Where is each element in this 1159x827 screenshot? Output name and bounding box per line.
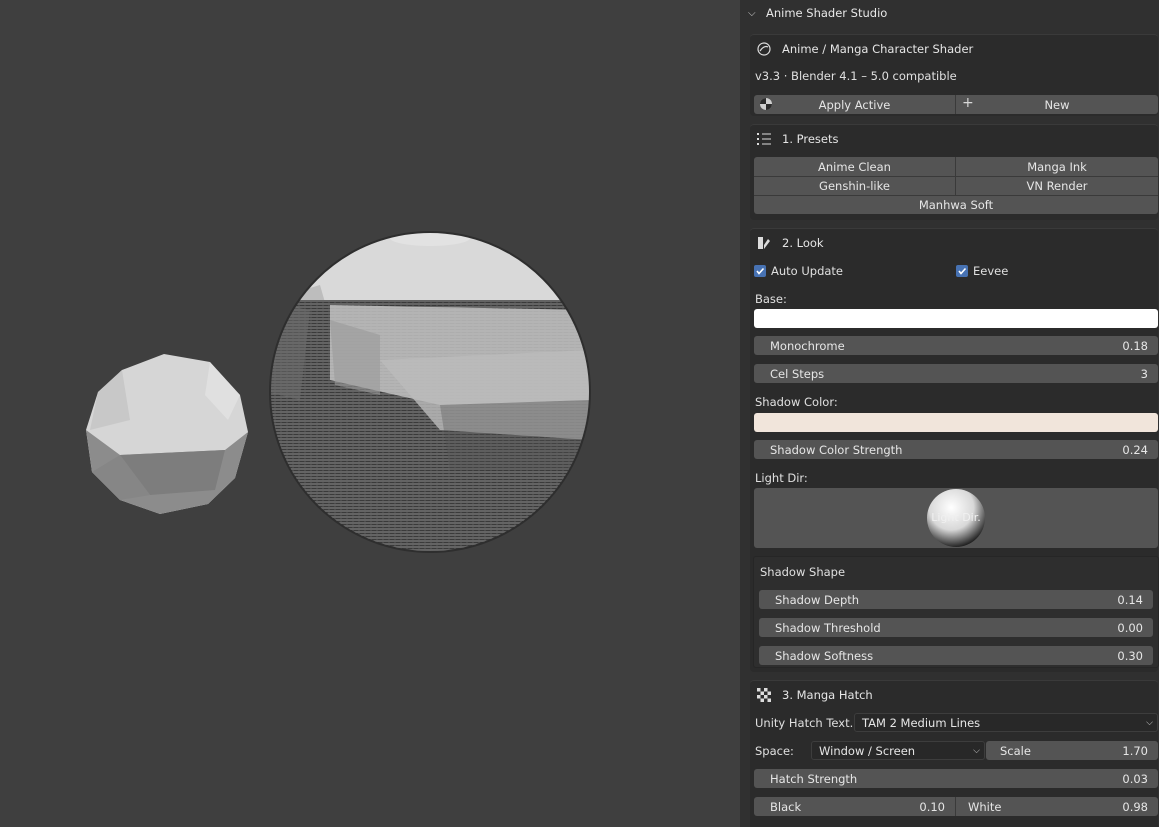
manga-hatch-panel-header[interactable]: 3. Manga Hatch <box>750 681 1158 709</box>
cel-steps-field[interactable]: Cel Steps 3 <box>754 364 1158 383</box>
shadow-softness-slider[interactable]: Shadow Softness 0.30 <box>759 646 1153 665</box>
shadow-shape-title: Shadow Shape <box>760 565 846 579</box>
black-slider[interactable]: Black 0.10 <box>754 797 955 816</box>
chevron-down-icon: ⌵ <box>973 745 980 756</box>
hatch-texture-label: Unity Hatch Text... <box>755 716 861 730</box>
preset-genshin-like-button[interactable]: Genshin-like <box>754 176 955 195</box>
shadow-color-swatch[interactable] <box>754 413 1158 432</box>
shadow-softness-value: 0.30 <box>1117 648 1143 663</box>
presets-panel-title: 1. Presets <box>782 132 839 146</box>
scale-value: 1.70 <box>1122 743 1148 758</box>
shadow-color-strength-value: 0.24 <box>1122 442 1148 457</box>
shadow-depth-value: 0.14 <box>1117 592 1143 607</box>
cel-steps-value: 3 <box>1140 366 1148 381</box>
white-value: 0.98 <box>1122 799 1148 814</box>
base-color-swatch[interactable] <box>754 309 1158 328</box>
apply-active-button[interactable]: Apply Active <box>754 95 955 114</box>
monochrome-label: Monochrome <box>770 338 845 353</box>
shadow-shape-subpanel: Shadow Shape Shadow Depth 0.14 Shadow Th… <box>753 556 1159 668</box>
monochrome-value: 0.18 <box>1122 338 1148 353</box>
shadow-depth-slider[interactable]: Shadow Depth 0.14 <box>759 590 1153 609</box>
manga-hatch-panel: 3. Manga Hatch Unity Hatch Text... TAM 2… <box>750 680 1158 827</box>
intro-panel: Anime / Manga Character Shader v3.3 · Bl… <box>750 34 1158 116</box>
hatch-texture-dropdown[interactable]: TAM 2 Medium Lines ⌵ <box>854 713 1158 732</box>
light-dir-widget-label: Light Dir. <box>931 511 981 524</box>
hatch-strength-value: 0.03 <box>1122 771 1148 786</box>
manga-hatch-panel-title: 3. Manga Hatch <box>782 688 873 702</box>
white-label: White <box>968 799 1002 814</box>
version-text: v3.3 · Blender 4.1 – 5.0 compatible <box>755 69 957 83</box>
small-sphere-object[interactable] <box>86 354 248 514</box>
look-panel: 2. Look Auto Update Eevee Base: Monochro… <box>750 228 1159 672</box>
presets-panel-header[interactable]: 1. Presets <box>750 125 1158 153</box>
shadow-threshold-label: Shadow Threshold <box>775 620 881 635</box>
preset-manhwa-soft-button[interactable]: Manhwa Soft <box>754 195 1158 214</box>
shadow-color-label: Shadow Color: <box>755 395 838 409</box>
look-panel-header[interactable]: 2. Look <box>750 229 1158 257</box>
new-label: New <box>1044 97 1070 112</box>
auto-update-label: Auto Update <box>771 264 844 278</box>
new-button[interactable]: + New <box>955 95 1158 114</box>
auto-update-checkbox[interactable]: Auto Update <box>754 264 843 278</box>
black-value: 0.10 <box>919 799 945 814</box>
space-label: Space: <box>755 744 794 758</box>
presets-panel: 1. Presets Anime Clean Manga Ink Genshin… <box>750 124 1158 220</box>
light-dir-label: Light Dir: <box>755 471 808 485</box>
shadow-color-strength-label: Shadow Color Strength <box>770 442 903 457</box>
preset-anime-clean-button[interactable]: Anime Clean <box>754 157 955 176</box>
black-label: Black <box>770 799 802 814</box>
intro-panel-title: Anime / Manga Character Shader <box>782 42 974 56</box>
eevee-label: Eevee <box>973 264 1009 278</box>
space-dropdown[interactable]: Window / Screen ⌵ <box>811 741 985 760</box>
checker-texture-icon <box>756 687 772 703</box>
root-panel-title: Anime Shader Studio <box>766 6 888 20</box>
eevee-checkbox[interactable]: Eevee <box>956 264 1008 278</box>
shadow-threshold-value: 0.00 <box>1117 620 1143 635</box>
shadow-depth-label: Shadow Depth <box>775 592 860 607</box>
hatch-strength-slider[interactable]: Hatch Strength 0.03 <box>754 769 1158 788</box>
scale-label: Scale <box>1000 743 1031 758</box>
large-sphere-object[interactable] <box>260 230 600 560</box>
plus-icon: + <box>962 95 974 111</box>
brush-palette-icon <box>756 235 772 251</box>
hatch-strength-label: Hatch Strength <box>770 771 858 786</box>
white-slider[interactable]: White 0.98 <box>955 797 1158 816</box>
shadow-threshold-slider[interactable]: Shadow Threshold 0.00 <box>759 618 1153 637</box>
cel-steps-label: Cel Steps <box>770 366 825 381</box>
light-dir-widget[interactable]: Light Dir. <box>754 488 1158 548</box>
root-panel-header[interactable]: ⌵ Anime Shader Studio <box>740 0 1159 26</box>
list-icon <box>756 131 772 147</box>
base-label: Base: <box>755 292 787 306</box>
chevron-down-icon[interactable]: ⌵ <box>748 8 760 19</box>
shader-ball-icon <box>756 41 772 57</box>
hatch-texture-value: TAM 2 Medium Lines <box>862 715 981 730</box>
checkmark-icon <box>754 265 766 277</box>
chevron-down-icon: ⌵ <box>1146 717 1153 728</box>
shadow-softness-label: Shadow Softness <box>775 648 874 663</box>
shadow-color-strength-slider[interactable]: Shadow Color Strength 0.24 <box>754 440 1158 459</box>
material-sphere-icon <box>759 97 773 114</box>
look-panel-title: 2. Look <box>782 236 824 250</box>
preset-vn-render-button[interactable]: VN Render <box>955 176 1158 195</box>
3d-viewport[interactable] <box>0 0 740 827</box>
space-value: Window / Screen <box>819 743 916 758</box>
viewport-scene <box>86 230 600 560</box>
properties-sidebar: ⌵ Anime Shader Studio Anime / Manga Char… <box>740 0 1159 827</box>
checkmark-icon <box>956 265 968 277</box>
preset-manga-ink-button[interactable]: Manga Ink <box>955 157 1158 176</box>
intro-panel-header: Anime / Manga Character Shader <box>750 35 1158 63</box>
apply-active-label: Apply Active <box>818 97 891 112</box>
monochrome-slider[interactable]: Monochrome 0.18 <box>754 336 1158 355</box>
scale-slider[interactable]: Scale 1.70 <box>986 741 1158 760</box>
